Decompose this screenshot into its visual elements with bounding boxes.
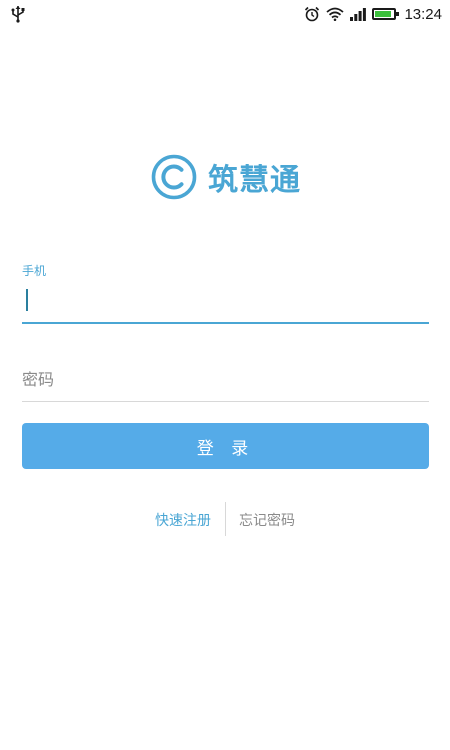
password-field[interactable]: 密码: [22, 360, 429, 402]
login-screen: 13:24 筑慧通 手机 密码 登 录 快速注册 忘记密码: [0, 0, 450, 750]
status-time: 13:24: [404, 5, 442, 23]
battery-level: [375, 11, 392, 17]
phone-underline: [22, 322, 429, 324]
status-icons: 13:24: [304, 4, 442, 24]
wifi-icon: [326, 7, 345, 21]
phone-field[interactable]: 手机: [22, 262, 429, 324]
app-name: 筑慧通: [208, 163, 301, 198]
forgot-password-link[interactable]: 忘记密码: [239, 510, 295, 530]
alarm-icon: [305, 6, 320, 22]
auth-links: 快速注册 忘记密码: [0, 502, 450, 536]
copyright-logo-icon: [151, 154, 197, 200]
links-divider: [225, 502, 226, 536]
register-link[interactable]: 快速注册: [155, 510, 211, 530]
status-bar: 13:24: [0, 0, 450, 28]
password-underline: [22, 401, 429, 402]
app-logo: 筑慧通: [150, 153, 301, 201]
login-button[interactable]: 登 录: [22, 423, 429, 469]
usb-icon: [11, 6, 25, 23]
password-placeholder: 密码: [22, 370, 55, 389]
phone-label: 手机: [22, 264, 47, 278]
signal-icon: [350, 7, 367, 21]
battery-icon: [372, 8, 400, 20]
text-cursor: [26, 289, 28, 311]
